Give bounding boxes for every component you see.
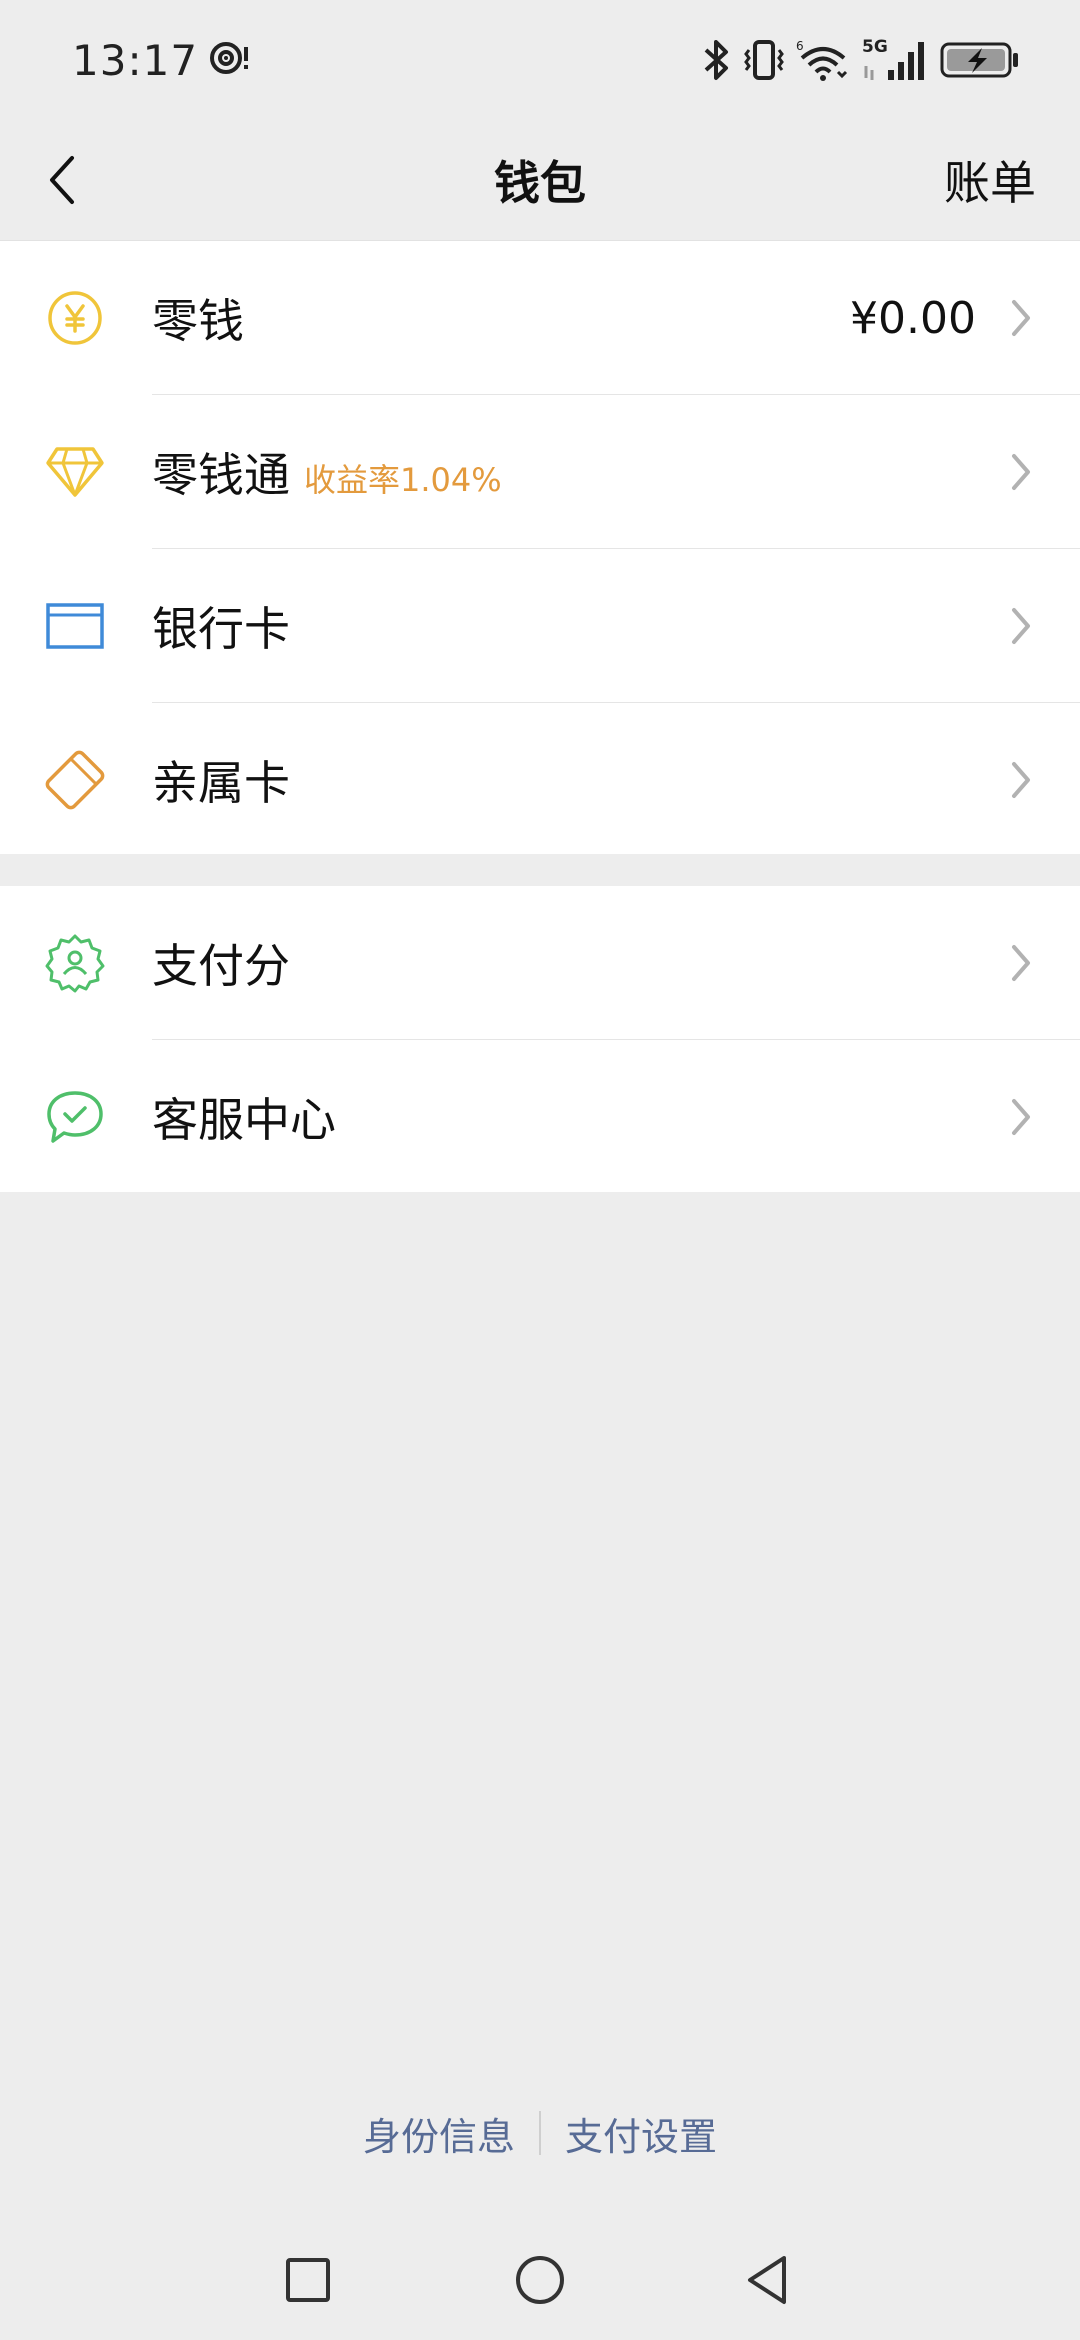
chevron-right-icon bbox=[1012, 945, 1030, 981]
chevron-right-icon bbox=[1012, 608, 1030, 644]
payment-score-icon bbox=[44, 932, 106, 994]
recent-apps-button[interactable] bbox=[272, 2244, 344, 2316]
list-item-label: 支付分 bbox=[152, 930, 290, 996]
change-label: 零钱 bbox=[152, 294, 244, 348]
home-button[interactable] bbox=[504, 2244, 576, 2316]
list-item-payment-score[interactable]: 支付分 bbox=[0, 886, 1080, 1040]
system-nav-bar bbox=[0, 2220, 1080, 2340]
customer-service-label: 客服中心 bbox=[152, 1093, 336, 1147]
bank-card-label: 银行卡 bbox=[152, 602, 290, 656]
bill-button[interactable]: 账单 bbox=[944, 120, 1036, 240]
diamond-icon bbox=[44, 441, 106, 503]
change-balance: ¥0.00 bbox=[850, 292, 976, 344]
family-card-icon bbox=[44, 749, 106, 811]
focus-mode-icon bbox=[208, 37, 250, 83]
identity-info-link[interactable]: 身份信息 bbox=[363, 2106, 515, 2161]
list-item-bank-card[interactable]: 银行卡 bbox=[0, 549, 1080, 703]
chevron-right-icon bbox=[1012, 454, 1030, 490]
list-item-label: 零钱 bbox=[152, 285, 244, 351]
battery-charging-icon bbox=[940, 40, 1020, 80]
status-right: 6 5G bbox=[702, 36, 1020, 84]
yield-rate-badge: 收益率1.04% bbox=[304, 461, 502, 499]
bluetooth-icon bbox=[702, 38, 732, 82]
recent-apps-icon bbox=[286, 2258, 330, 2302]
wifi-icon: 6 bbox=[796, 38, 850, 82]
wallet-group-main: 零钱 ¥0.00 零钱通 收益率1.04% 银行卡 亲属卡 bbox=[0, 240, 1080, 854]
payment-settings-link[interactable]: 支付设置 bbox=[565, 2106, 717, 2161]
page-title: 钱包 bbox=[494, 156, 586, 210]
list-item-label: 银行卡 bbox=[152, 593, 290, 659]
list-item-label: 客服中心 bbox=[152, 1084, 336, 1150]
status-bar: 13:17 6 5G bbox=[0, 0, 1080, 120]
list-item-label: 零钱通 收益率1.04% bbox=[152, 439, 502, 505]
payment-score-label: 支付分 bbox=[152, 939, 290, 993]
svg-text:6: 6 bbox=[796, 39, 804, 53]
status-time: 13:17 bbox=[72, 35, 199, 85]
customer-service-icon bbox=[44, 1086, 106, 1148]
vibrate-icon bbox=[744, 38, 784, 82]
footer-divider bbox=[539, 2111, 541, 2155]
chevron-right-icon bbox=[1012, 300, 1030, 336]
back-button[interactable] bbox=[30, 148, 94, 212]
wallet-group-services: 支付分 客服中心 bbox=[0, 886, 1080, 1192]
home-icon bbox=[516, 2256, 564, 2304]
list-item-family-card[interactable]: 亲属卡 bbox=[0, 703, 1080, 857]
bank-card-icon bbox=[44, 595, 106, 657]
list-item-lqt[interactable]: 零钱通 收益率1.04% bbox=[0, 395, 1080, 549]
nav-bar: 钱包 账单 bbox=[0, 120, 1080, 240]
yuan-coin-icon bbox=[44, 287, 106, 349]
lqt-label: 零钱通 bbox=[152, 448, 290, 502]
network-label: 5G bbox=[862, 37, 888, 57]
back-icon bbox=[748, 2256, 786, 2304]
list-item-label: 亲属卡 bbox=[152, 747, 290, 813]
system-back-button[interactable] bbox=[732, 2244, 804, 2316]
list-item-change[interactable]: 零钱 ¥0.00 bbox=[0, 241, 1080, 395]
5g-signal-icon: 5G bbox=[862, 36, 928, 84]
chevron-right-icon bbox=[1012, 1099, 1030, 1135]
status-left: 13:17 bbox=[72, 36, 250, 85]
list-item-customer-service[interactable]: 客服中心 bbox=[0, 1040, 1080, 1194]
family-card-label: 亲属卡 bbox=[152, 756, 290, 810]
footer-links: 身份信息 支付设置 bbox=[0, 2100, 1080, 2166]
chevron-left-icon bbox=[50, 156, 74, 204]
chevron-right-icon bbox=[1012, 762, 1030, 798]
